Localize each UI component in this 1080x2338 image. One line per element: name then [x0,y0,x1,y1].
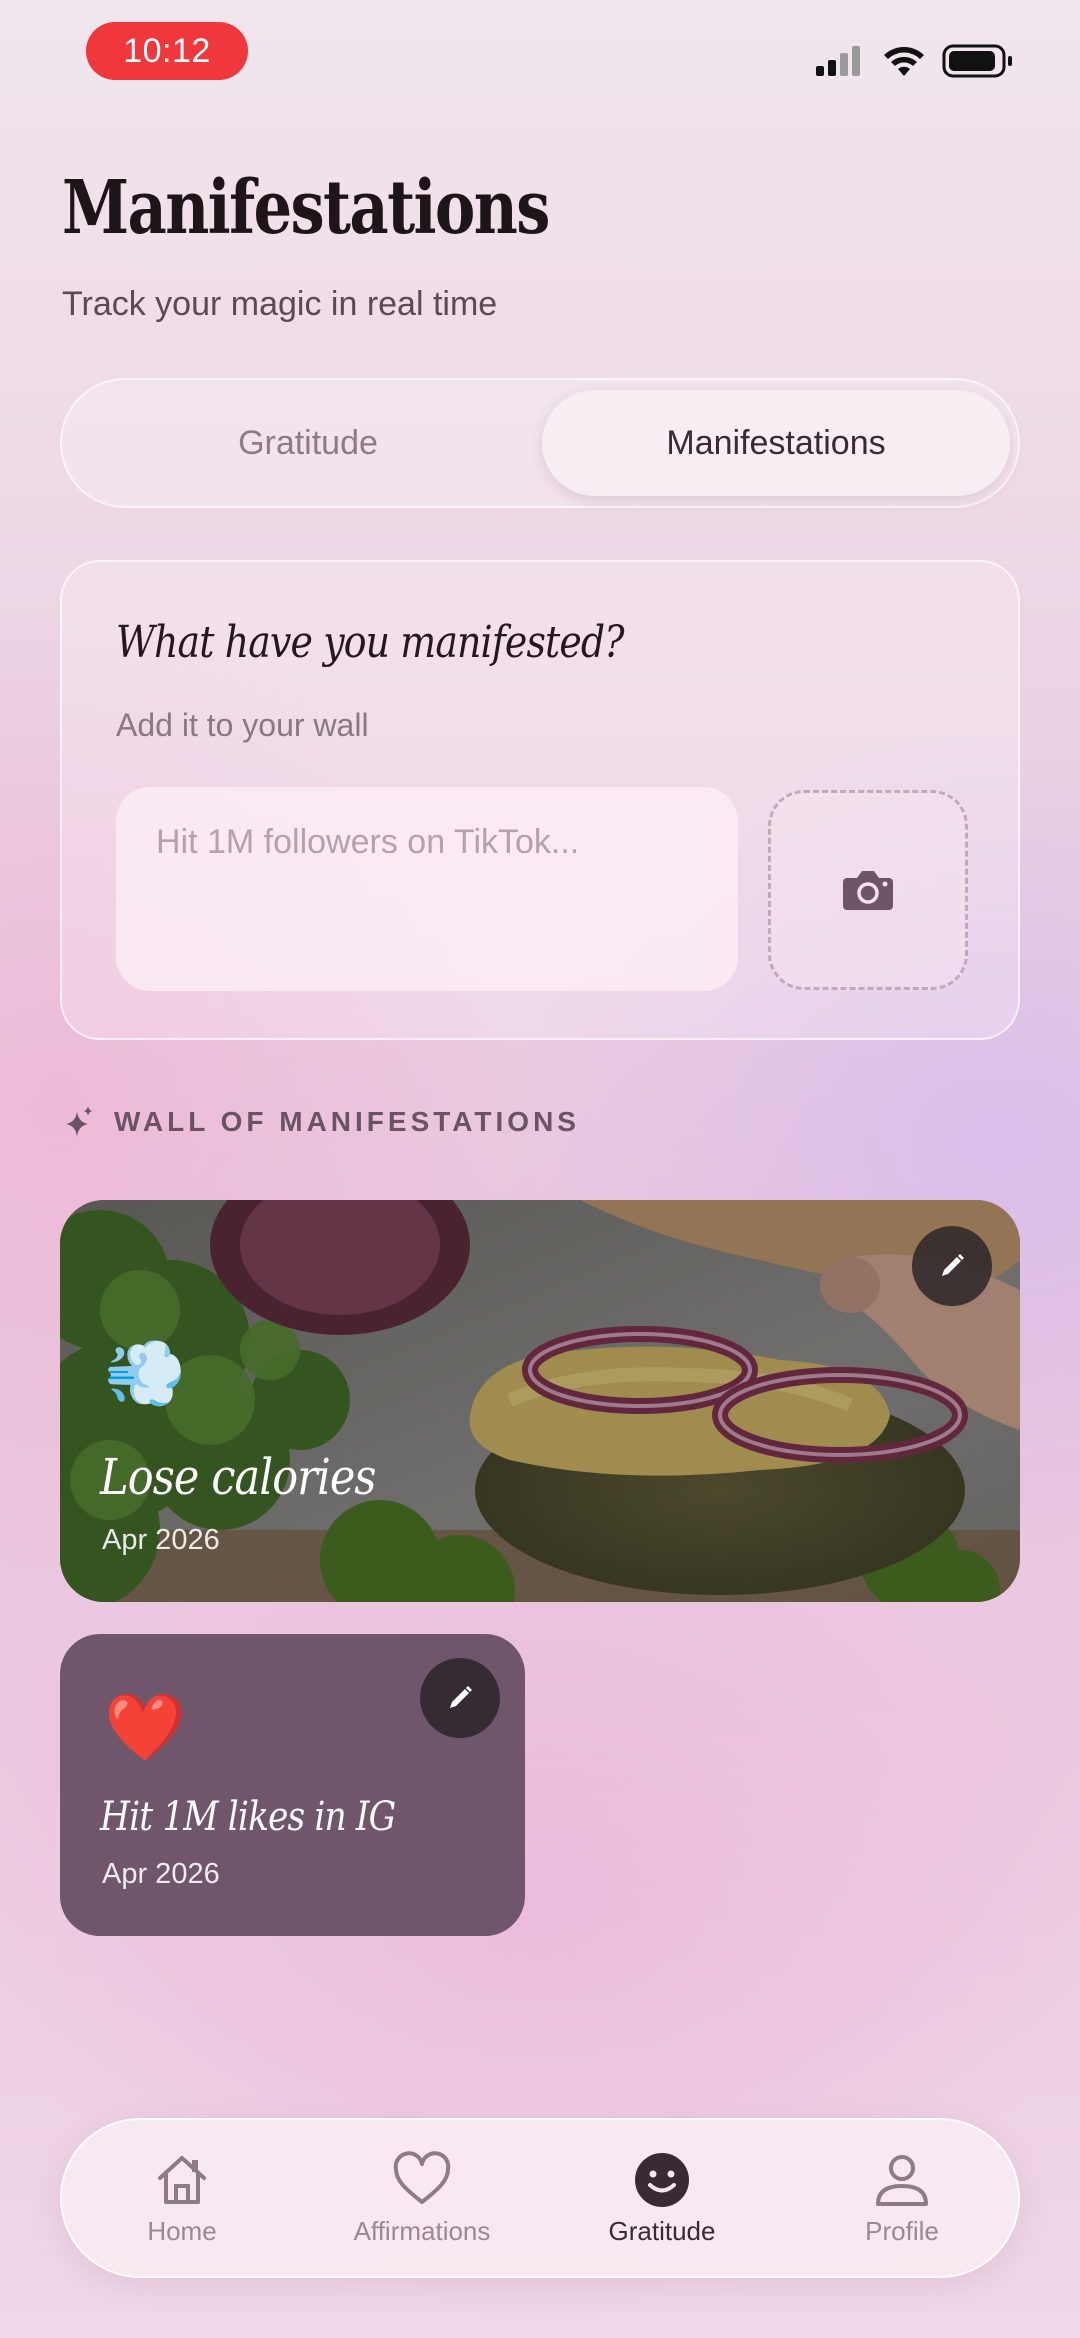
card-title: Lose calories [100,1448,376,1506]
edit-button[interactable] [912,1226,992,1306]
pencil-icon [450,1686,472,1708]
card-emoji: ❤️ [104,1690,187,1764]
nav-label: Gratitude [608,2216,716,2246]
segmented-control: Gratitude Manifestations [60,378,1020,508]
nav-item-profile[interactable]: Profile [782,2150,1022,2260]
card-title: Hit 1M likes in IG [100,1794,396,1840]
card-date: Apr 2026 [102,1858,220,1890]
manifestation-input[interactable] [116,787,738,991]
nav-item-affirmations[interactable]: Affirmations [302,2150,542,2260]
smiley-icon [635,2153,689,2207]
card-emoji: 💨 [104,1336,187,1410]
sparkle-icon [66,1106,92,1137]
camera-icon [843,871,893,910]
nav-label: Affirmations [353,2216,491,2246]
nav-label: Home [147,2216,217,2246]
nav-label: Profile [865,2216,939,2246]
edit-button[interactable] [420,1658,500,1738]
tab-manifestations[interactable]: Manifestations [542,390,1010,496]
add-photo-button[interactable] [768,790,968,990]
home-icon [158,2156,206,2204]
tab-gratitude[interactable]: Gratitude [74,390,542,496]
page-subtitle: Track your magic in real time [62,285,498,323]
nav-item-home[interactable]: Home [62,2150,302,2260]
pencil-icon [942,1254,964,1276]
nav-item-gratitude[interactable]: Gratitude [542,2150,782,2260]
card-date: Apr 2026 [102,1524,220,1556]
page-title: Manifestations [62,165,550,251]
battery-icon [942,44,1012,78]
compose-card: What have you manifested? Add it to your… [60,560,1020,1040]
wifi-icon [884,47,924,76]
compose-title: What have you manifested? [116,617,625,668]
compose-subtitle: Add it to your wall [116,707,369,743]
manifestation-card[interactable]: 💨 Lose calories Apr 2026 [60,1200,1020,1602]
manifestation-card[interactable]: ❤️ Hit 1M likes in IG Apr 2026 [60,1634,525,1936]
status-time: 10:12 [86,22,248,80]
signal-icon [816,46,860,76]
heart-icon [393,2151,451,2204]
status-icons [816,40,1016,84]
wall-label: WALL OF MANIFESTATIONS [114,1106,580,1137]
person-icon [876,2155,928,2206]
wall-header: WALL OF MANIFESTATIONS [64,1100,580,1144]
status-bar: 10:12 [0,0,1080,110]
bottom-nav: Home Affirmations Gratitude Profile [60,2118,1020,2278]
